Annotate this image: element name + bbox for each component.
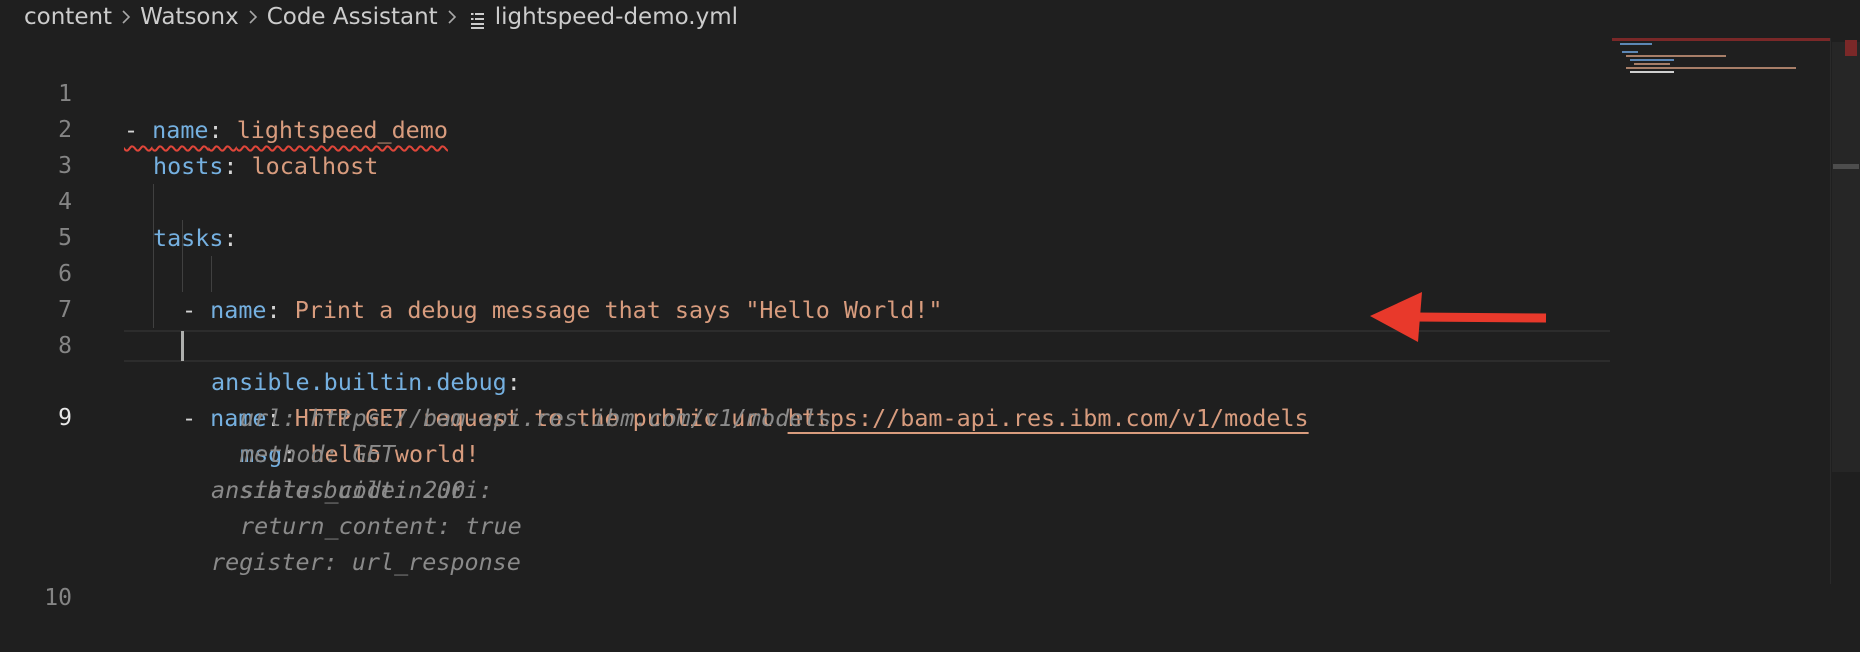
minimap[interactable] xyxy=(1612,38,1830,98)
chevron-right-icon xyxy=(121,9,131,25)
code-line-3[interactable]: 3 xyxy=(0,112,1610,179)
text-cursor xyxy=(181,331,184,361)
chevron-right-icon xyxy=(248,9,258,25)
code-line-6[interactable]: 6 ansible.builtin.debug: xyxy=(0,220,1610,396)
code-line-4[interactable]: 4 tasks: xyxy=(0,148,1610,252)
indent-guide xyxy=(182,220,183,256)
indent-guide xyxy=(153,184,154,220)
line-number: 10 xyxy=(44,585,72,611)
code-line-8[interactable]: 8 - name: HTTP GET request to the public… xyxy=(0,292,1610,432)
ghost-line: register: url_response xyxy=(0,508,1610,576)
indent-guide xyxy=(182,256,183,292)
code-line-1[interactable]: 1 - name: lightspeed_demo xyxy=(0,40,1610,144)
indent-guide xyxy=(211,256,212,292)
breadcrumb-item-watsonx[interactable]: Watsonx xyxy=(140,4,239,30)
code-line-2[interactable]: 2 hosts: localhost xyxy=(0,76,1610,180)
breadcrumb-item-content[interactable]: content xyxy=(24,4,112,30)
ghost-line: method: GET xyxy=(0,400,1610,468)
indent-guide xyxy=(153,292,154,328)
code-line-9[interactable]: 9 ansible.builtin.uri: xyxy=(0,328,1610,504)
ghost-line: status_code: 200 xyxy=(0,436,1610,504)
file-lines-icon xyxy=(470,9,485,29)
code-line-5[interactable]: 5 - name: Print a debug message that say… xyxy=(0,184,1610,324)
red-arrow-icon xyxy=(1370,292,1547,342)
error-marker xyxy=(1845,40,1857,56)
code-line-7[interactable]: 7 msg: hello world! xyxy=(0,256,1610,468)
chevron-right-icon xyxy=(447,9,457,25)
ghost-line: url: https://bam-api.res.ibm.com/v1/mode… xyxy=(0,364,1610,432)
ghost-line: return_content: true xyxy=(0,472,1610,540)
scrollbar-thumb[interactable] xyxy=(1832,42,1860,472)
code-editor[interactable]: 1 - name: lightspeed_demo 2 hosts: local… xyxy=(0,38,1830,611)
breadcrumb-item-code-assistant[interactable]: Code Assistant xyxy=(267,4,438,30)
code-line-10[interactable]: 10 xyxy=(0,544,1610,611)
breadcrumb-file[interactable]: lightspeed-demo.yml xyxy=(495,4,738,30)
indent-guide xyxy=(153,220,154,256)
breadcrumb: content Watsonx Code Assistant lightspee… xyxy=(24,0,738,34)
cursor-marker xyxy=(1833,164,1859,169)
indent-guide xyxy=(153,256,154,292)
